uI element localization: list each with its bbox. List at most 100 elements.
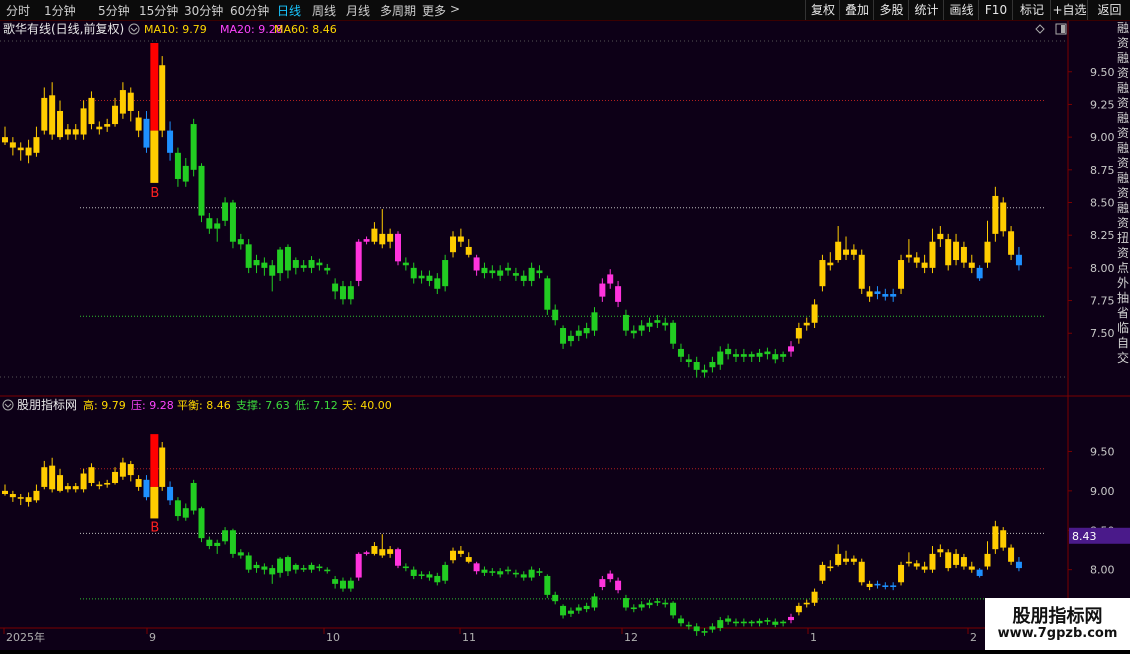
- candle-body: [80, 108, 87, 135]
- news-char: 资: [1117, 126, 1130, 140]
- news-char: 资: [1117, 36, 1130, 50]
- chart-area: 歌华有线(日线,前复权) MA10: 9.79 MA20: 9.28 MA60:…: [0, 21, 1130, 650]
- candle-body: [819, 564, 826, 581]
- news-char: 融: [1117, 51, 1130, 65]
- period-tab-5[interactable]: 60分钟: [230, 2, 269, 19]
- candle-body: [363, 552, 370, 554]
- candle-body: [206, 539, 213, 547]
- candle-body: [945, 552, 952, 569]
- period-tab-6[interactable]: 日线: [277, 2, 301, 19]
- candle-body: [269, 568, 276, 575]
- period-tab-3[interactable]: 15分钟: [139, 2, 178, 19]
- candle-body: [905, 561, 912, 564]
- legend-support: 支撑: 7.63: [236, 398, 290, 412]
- period-tab-10[interactable]: 更多: [422, 2, 446, 19]
- candle-body: [670, 322, 677, 344]
- period-tab-4[interactable]: 30分钟: [184, 2, 223, 19]
- date-tick-label: 12: [624, 631, 638, 644]
- candle-body: [670, 602, 677, 616]
- candle-body: [324, 267, 331, 271]
- candle-body: [324, 569, 331, 572]
- toolbar-button-2[interactable]: 多股: [873, 0, 909, 20]
- candle-body: [112, 471, 119, 483]
- toolbar-button-5[interactable]: F10: [978, 0, 1013, 20]
- candle-body: [968, 262, 975, 268]
- candle-body: [143, 118, 150, 148]
- upper-candle: [945, 233, 952, 271]
- candle-body: [976, 569, 983, 576]
- candle-body: [732, 621, 739, 624]
- candle-body: [803, 322, 810, 326]
- candle-body: [72, 129, 79, 135]
- upper-title: 歌华有线(日线,前复权): [3, 21, 124, 36]
- candle-body: [402, 262, 409, 266]
- candle-body: [237, 552, 244, 556]
- candle-body: [473, 257, 480, 271]
- candle-body: [843, 249, 850, 255]
- candle-body: [819, 260, 826, 287]
- candle-body: [960, 246, 967, 263]
- ma10-label: MA10: 9.79: [144, 23, 207, 36]
- candle-body: [143, 479, 150, 498]
- upper-candle: [190, 118, 197, 177]
- candle-body: [756, 352, 763, 357]
- candle-body: [1015, 561, 1022, 569]
- candle-body: [520, 275, 527, 281]
- candle-body: [740, 621, 747, 624]
- lower-header: 股朋指标网 高: 9.79 压: 9.28 平衡: 8.46 支撑: 7.63 …: [2, 397, 392, 412]
- candle-body: [795, 605, 802, 613]
- upper-candle: [898, 254, 905, 295]
- news-char: 自: [1117, 336, 1130, 350]
- candle-body: [214, 542, 221, 547]
- period-tab-9[interactable]: 多周期: [380, 2, 416, 19]
- toolbar-button-6[interactable]: 标记: [1012, 0, 1051, 20]
- candle-body: [33, 490, 40, 501]
- candle-body: [245, 244, 252, 268]
- toolbar-button-1[interactable]: 叠加: [839, 0, 874, 20]
- toolbar-button-3[interactable]: 统计: [908, 0, 944, 20]
- y-tick-label: 9.00: [1090, 485, 1115, 498]
- candle-body: [677, 348, 684, 357]
- candle-body: [457, 550, 464, 554]
- candle-body: [905, 254, 912, 258]
- more-arrow-icon[interactable]: >: [450, 2, 460, 16]
- candle-body: [222, 530, 229, 542]
- candle-body: [748, 354, 755, 357]
- toolbar-button-4[interactable]: 画线: [943, 0, 979, 20]
- upper-candle: [1000, 197, 1007, 237]
- candle-body: [725, 618, 732, 622]
- y-tick-label: 9.00: [1090, 131, 1115, 144]
- candle-body: [599, 283, 606, 297]
- candle-body: [850, 558, 857, 562]
- candle-body: [465, 557, 472, 562]
- lower-candle: [898, 561, 905, 586]
- toolbar-button-8[interactable]: 返回: [1087, 0, 1130, 20]
- legend-pressure: 压: 9.28: [131, 399, 174, 412]
- candle-body: [654, 601, 661, 603]
- period-tab-0[interactable]: 分时: [6, 2, 30, 19]
- candle-body: [190, 124, 197, 170]
- candle-body: [17, 147, 24, 151]
- lower-candle: [355, 552, 362, 581]
- candle-body: [827, 566, 834, 569]
- period-tab-8[interactable]: 月线: [346, 2, 370, 19]
- candle-body: [96, 126, 103, 130]
- candle-body: [355, 553, 362, 578]
- toolbar-button-7[interactable]: +自选: [1050, 0, 1088, 20]
- period-tab-1[interactable]: 1分钟: [44, 2, 76, 19]
- period-tab-2[interactable]: 5分钟: [98, 2, 130, 19]
- lower-candle: [945, 549, 952, 572]
- y-tick-label: 8.25: [1090, 229, 1115, 242]
- toolbar-button-0[interactable]: 复权: [805, 0, 840, 20]
- candle-body: [379, 233, 386, 245]
- candle-body: [64, 486, 71, 490]
- candle-body: [1000, 530, 1007, 548]
- date-tick-label: 11: [462, 631, 476, 644]
- candle-body: [300, 568, 307, 570]
- candle-body: [780, 354, 787, 357]
- candle-body: [772, 621, 779, 625]
- period-tab-7[interactable]: 周线: [312, 2, 336, 19]
- candle-body: [654, 320, 661, 323]
- y-tick-label: 8.00: [1090, 564, 1115, 577]
- candle-body: [402, 566, 409, 569]
